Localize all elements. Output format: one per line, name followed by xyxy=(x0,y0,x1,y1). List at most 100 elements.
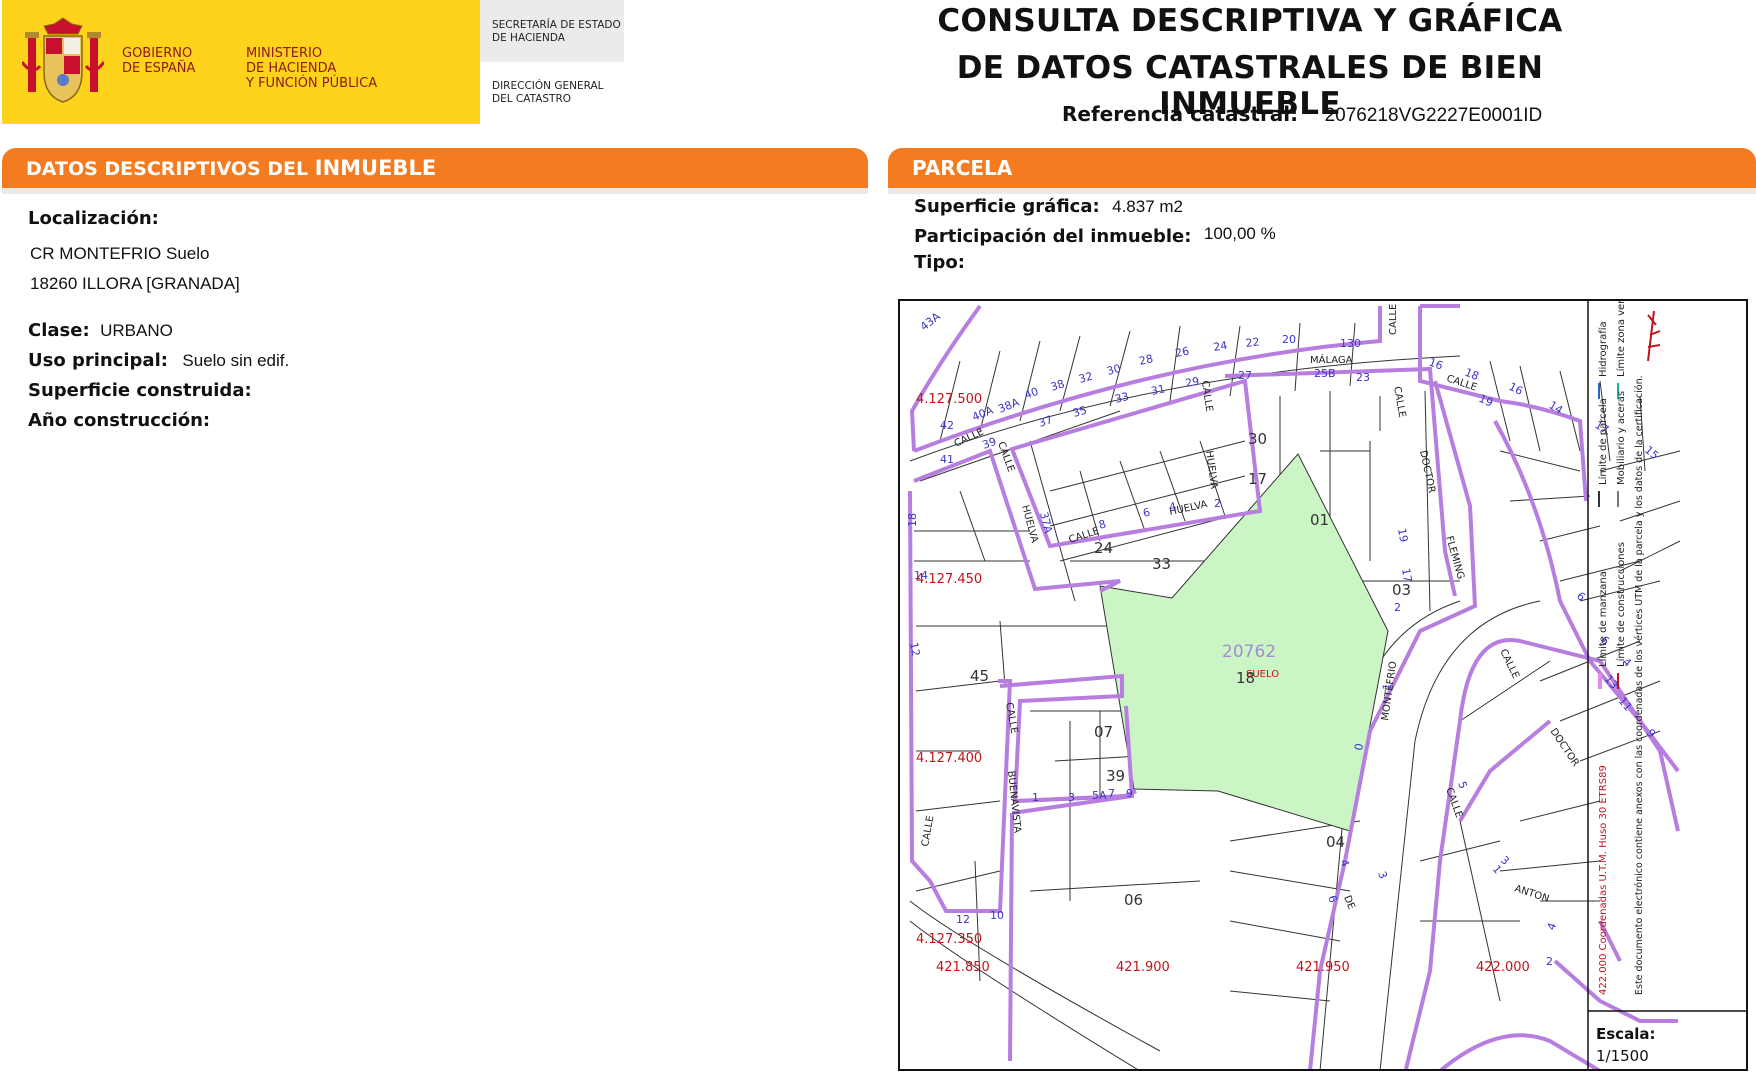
svg-text:31: 31 xyxy=(1150,382,1166,398)
svg-text:6: 6 xyxy=(1142,506,1152,520)
svg-text:130: 130 xyxy=(1340,337,1361,350)
svg-text:06: 06 xyxy=(1124,891,1143,909)
escala-label: Escala: xyxy=(1596,1025,1655,1043)
svg-text:22: 22 xyxy=(1245,335,1260,350)
svg-text:2: 2 xyxy=(1214,497,1221,510)
superficie-grafica-row: Superficie gráfica: 4.837 m2 xyxy=(914,196,1184,217)
svg-text:33: 33 xyxy=(1152,555,1171,573)
svg-text:CALLE: CALLE xyxy=(1003,702,1019,735)
svg-text:27: 27 xyxy=(1238,369,1252,382)
referencia-catastral: Referencia catastral: 2076218VG2227E0001… xyxy=(1062,102,1542,127)
svg-text:07: 07 xyxy=(1094,723,1113,741)
localizacion-line2: 18260 ILLORA [GRANADA] xyxy=(30,274,240,293)
svg-text:24: 24 xyxy=(1212,339,1228,354)
tipo-label: Tipo: xyxy=(914,252,965,273)
svg-text:Hidrografía: Hidrografía xyxy=(1597,321,1609,377)
svg-text:4.127.350: 4.127.350 xyxy=(916,932,982,947)
svg-text:32: 32 xyxy=(1077,370,1094,386)
secretaria-text: SECRETARÍA DE ESTADO DE HACIENDA xyxy=(492,19,621,44)
svg-text:6: 6 xyxy=(1325,894,1340,905)
svg-text:2: 2 xyxy=(1546,955,1553,968)
svg-text:2: 2 xyxy=(1394,601,1401,614)
svg-text:421.950: 421.950 xyxy=(1296,960,1350,975)
svg-text:CALLE: CALLE xyxy=(1497,647,1521,680)
anio-construccion-label: Año construcción: xyxy=(28,410,211,431)
svg-text:40: 40 xyxy=(1023,385,1041,402)
svg-text:12: 12 xyxy=(907,641,922,657)
svg-text:3: 3 xyxy=(1375,870,1390,881)
svg-text:5: 5 xyxy=(1455,780,1470,791)
uso-principal-row: Uso principal: Suelo sin edif. xyxy=(28,350,290,371)
svg-text:421.850: 421.850 xyxy=(936,960,990,975)
map-legend: Límite de manzana Límite de parcela Hidr… xyxy=(1597,301,1661,995)
localizacion-label: Localización: xyxy=(28,208,159,229)
svg-text:26: 26 xyxy=(1174,345,1190,360)
svg-text:422.000: 422.000 xyxy=(1476,960,1530,975)
svg-text:35: 35 xyxy=(1071,404,1088,420)
ministerio-text: MINISTERIO DE HACIENDA Y FUNCIÓN PÚBLICA xyxy=(246,46,378,91)
svg-text:16: 16 xyxy=(1507,380,1525,398)
svg-text:421.900: 421.900 xyxy=(1116,960,1170,975)
government-logo-block: GOBIERNO DE ESPAÑA MINISTERIO DE HACIENDA Y… xyxy=(2,0,480,124)
svg-text:1: 1 xyxy=(1032,791,1039,804)
svg-text:14: 14 xyxy=(914,569,928,582)
svg-text:8: 8 xyxy=(1097,517,1107,531)
svg-text:BUENAVISTA: BUENAVISTA xyxy=(1005,770,1022,833)
svg-text:DOCTOR: DOCTOR xyxy=(1548,727,1581,769)
svg-text:10: 10 xyxy=(990,909,1004,922)
page-title: CONSULTA DESCRIPTIVA Y GRÁFICA xyxy=(937,3,1563,39)
superficie-construida-label: Superficie construida: xyxy=(28,380,252,401)
svg-text:42: 42 xyxy=(940,419,954,432)
secretaria-box: SECRETARÍA DE ESTADO DE HACIENDA xyxy=(480,0,624,62)
coat-of-arms-icon xyxy=(22,17,104,103)
svg-text:ANTON: ANTON xyxy=(1513,883,1550,905)
svg-text:33: 33 xyxy=(1114,390,1131,406)
svg-text:28: 28 xyxy=(1138,352,1155,368)
svg-text:3: 3 xyxy=(1068,791,1075,804)
svg-text:37A: 37A xyxy=(1037,511,1055,535)
north-arrow-icon xyxy=(1647,310,1661,362)
svg-text:03: 03 xyxy=(1392,581,1411,599)
svg-text:Este documento electrónico con: Este documento electrónico contiene anex… xyxy=(1634,375,1645,995)
svg-text:29: 29 xyxy=(1184,375,1200,390)
svg-text:20: 20 xyxy=(1282,333,1296,346)
escala-value: 1/1500 xyxy=(1596,1047,1649,1065)
svg-text:7: 7 xyxy=(1108,787,1115,800)
svg-text:25B: 25B xyxy=(1314,367,1336,380)
refcat-value: 2076218VG2227E0001ID xyxy=(1324,105,1543,126)
svg-text:Límite de construcciones: Límite de construcciones xyxy=(1615,542,1627,667)
cadastral-map: 4.127.500 4.127.450 4.127.400 4.127.350 … xyxy=(898,299,1748,1071)
svg-text:41: 41 xyxy=(940,453,954,466)
svg-text:5A: 5A xyxy=(1092,789,1107,802)
svg-text:Límite zona verde: Límite zona verde xyxy=(1615,301,1627,377)
svg-text:24: 24 xyxy=(1094,539,1113,557)
svg-text:Límite de manzana: Límite de manzana xyxy=(1597,571,1609,667)
svg-text:4: 4 xyxy=(1545,921,1560,932)
svg-text:MÁLAGA: MÁLAGA xyxy=(1310,353,1353,366)
svg-text:6: 6 xyxy=(1574,589,1588,603)
parcel-number: 20762 xyxy=(1222,642,1276,662)
svg-text:CALLE: CALLE xyxy=(1199,380,1214,413)
svg-text:CALLE: CALLE xyxy=(1391,386,1407,419)
svg-text:39: 39 xyxy=(1106,767,1125,785)
map-svg: 4.127.500 4.127.450 4.127.400 4.127.350 … xyxy=(906,301,1746,1069)
clase-row: Clase: URBANO xyxy=(28,320,173,341)
svg-text:CALLE: CALLE xyxy=(920,815,936,848)
refcat-label: Referencia catastral: xyxy=(1062,102,1299,126)
svg-text:HUELVA: HUELVA xyxy=(1203,450,1219,490)
svg-text:12: 12 xyxy=(956,913,970,926)
svg-text:17: 17 xyxy=(1399,567,1414,583)
participacion-row: Participación del inmueble: 100,00 % xyxy=(914,224,1276,247)
svg-text:Mobiliario y aceras: Mobiliario y aceras xyxy=(1616,391,1627,485)
svg-text:4: 4 xyxy=(1168,500,1178,514)
gobierno-text: GOBIERNO DE ESPAÑA xyxy=(122,46,196,76)
svg-text:DE: DE xyxy=(1341,894,1356,911)
svg-text:38: 38 xyxy=(1049,377,1066,394)
svg-text:30: 30 xyxy=(1248,430,1267,448)
svg-text:4.127.500: 4.127.500 xyxy=(916,392,982,407)
svg-text:43A: 43A xyxy=(918,310,943,334)
parcela-header: PARCELA xyxy=(888,148,1756,188)
localizacion-line1: CR MONTEFRIO Suelo xyxy=(30,244,210,263)
svg-text:23: 23 xyxy=(1356,371,1370,384)
direccion-text: DIRECCIÓN GENERAL DEL CATASTRO xyxy=(492,80,604,105)
